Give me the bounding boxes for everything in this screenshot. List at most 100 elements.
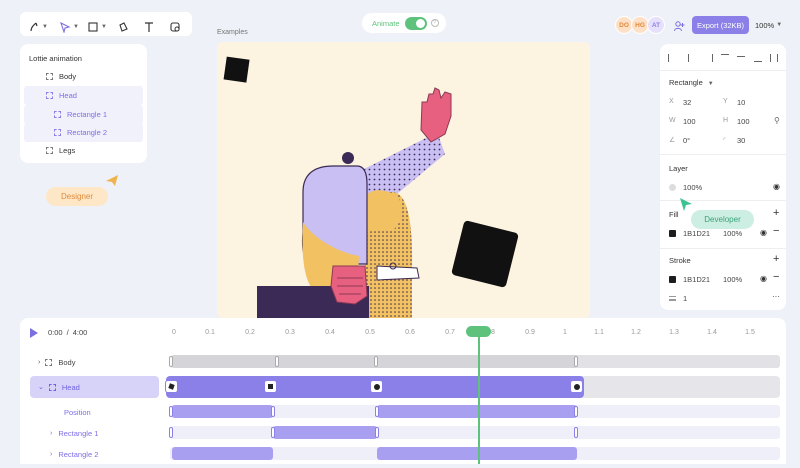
keyframe-marker xyxy=(373,383,380,390)
pen-tool-button[interactable]: ▼ xyxy=(28,18,48,36)
keyframe-diamond[interactable] xyxy=(165,380,178,393)
layer-label: Body xyxy=(59,72,77,81)
keyframe-handle[interactable] xyxy=(574,406,578,417)
square-icon xyxy=(88,22,98,32)
remove-fill-icon[interactable]: − xyxy=(773,225,779,237)
align-left-icon[interactable] xyxy=(668,54,676,62)
chevron-down-icon: ▼ xyxy=(73,24,79,30)
help-icon[interactable]: ? xyxy=(430,19,439,27)
add-fill-icon[interactable]: + xyxy=(773,207,779,219)
stroke-opacity-field[interactable]: 100% xyxy=(723,275,742,284)
stroke-hex-field[interactable]: 1B1D21 xyxy=(683,275,710,284)
chevron-down-icon[interactable]: ⌄ xyxy=(38,383,44,391)
keyframe-square[interactable] xyxy=(264,380,277,393)
align-center-v-icon[interactable] xyxy=(737,56,746,64)
keyframe-handle[interactable] xyxy=(169,427,173,438)
zoom-select[interactable]: 100% ▼ xyxy=(755,16,782,34)
tick-label: 1.4 xyxy=(707,329,717,336)
keyframe-handle[interactable] xyxy=(169,406,173,417)
distribute-icon[interactable] xyxy=(769,54,778,62)
layers-panel: Lottie animation Body Head Rectangle 1 R… xyxy=(20,44,147,163)
timeline-row-head[interactable]: ⌄ Head xyxy=(30,376,159,398)
tick-label: 0.7 xyxy=(445,329,455,336)
timeline-row-position[interactable]: Position xyxy=(64,406,91,418)
stroke-eye-icon[interactable]: ◉ xyxy=(760,274,767,283)
tick-label: 1 xyxy=(563,329,567,336)
tool-bar: ▼ ▼ ▼ xyxy=(20,12,192,36)
add-stroke-icon[interactable]: + xyxy=(773,253,779,265)
add-user-icon[interactable] xyxy=(673,19,685,32)
shape-type-select[interactable]: Rectangle ▼ xyxy=(669,78,714,87)
tick-label: 0.2 xyxy=(245,329,255,336)
layer-item-body[interactable]: Body xyxy=(24,67,143,86)
timeline-row-rectangle-2[interactable]: › Rectangle 2 xyxy=(50,448,98,460)
animate-switch[interactable] xyxy=(404,16,427,30)
timeline-row-body[interactable]: › Body xyxy=(38,356,75,368)
keyframe-handle[interactable] xyxy=(375,427,379,438)
text-tool-button[interactable] xyxy=(140,18,158,36)
link-icon[interactable]: ⚲ xyxy=(774,116,780,125)
keyframe-handle[interactable] xyxy=(271,406,275,417)
chevron-right-icon[interactable]: › xyxy=(50,430,52,437)
shape-tool-button[interactable]: ▼ xyxy=(86,18,108,36)
row-label: Body xyxy=(58,357,76,367)
keyframe-handle[interactable] xyxy=(275,356,279,367)
rectangle-1-track[interactable] xyxy=(170,426,780,439)
export-button[interactable]: Export (32KB) xyxy=(692,16,749,34)
keyframe-circle[interactable] xyxy=(370,380,383,393)
keyframe-handle[interactable] xyxy=(574,427,578,438)
stroke-swatch[interactable] xyxy=(669,276,676,283)
keyframe-handle[interactable] xyxy=(375,406,379,417)
playhead-handle[interactable] xyxy=(466,326,491,337)
keyframe-handle[interactable] xyxy=(574,356,578,367)
play-button[interactable] xyxy=(30,328,38,338)
chevron-down-icon: ▼ xyxy=(101,24,107,30)
artboard[interactable] xyxy=(217,42,590,318)
layers-title: Lottie animation xyxy=(29,54,82,63)
eye-icon[interactable]: ◉ xyxy=(773,182,780,191)
stroke-width-field[interactable]: 1 xyxy=(683,294,687,303)
height-field[interactable]: 100 xyxy=(737,117,750,126)
position-bar[interactable] xyxy=(377,405,577,418)
collaborators: DO HG AT xyxy=(615,16,665,34)
chevron-right-icon[interactable]: › xyxy=(38,359,40,366)
x-field[interactable]: 32 xyxy=(683,98,691,107)
remove-stroke-icon[interactable]: − xyxy=(773,271,779,283)
fill-tool-button[interactable] xyxy=(114,18,132,36)
fill-swatch[interactable] xyxy=(669,230,676,237)
align-top-icon[interactable] xyxy=(720,54,729,62)
keyframe-handle[interactable] xyxy=(169,356,173,367)
keyframe-handle[interactable] xyxy=(374,356,378,367)
rectangle-2-bar[interactable] xyxy=(377,447,577,460)
keyframe-marker xyxy=(573,383,580,390)
select-tool-button[interactable]: ▼ xyxy=(58,18,80,36)
text-icon xyxy=(145,22,153,32)
chevron-right-icon[interactable]: › xyxy=(50,451,52,458)
fill-opacity-field[interactable]: 100% xyxy=(723,229,742,238)
layer-item-legs[interactable]: Legs xyxy=(24,141,143,160)
timeline-row-rectangle-1[interactable]: › Rectangle 1 xyxy=(50,427,98,439)
y-field[interactable]: 10 xyxy=(737,98,745,107)
rectangle-1-bar[interactable] xyxy=(273,426,377,439)
opacity-field[interactable]: 100% xyxy=(683,183,702,192)
rotation-field[interactable]: 0° xyxy=(683,136,690,145)
align-center-h-icon[interactable] xyxy=(688,54,696,62)
rectangle-2-bar[interactable] xyxy=(172,447,273,460)
row-label: Rectangle 2 xyxy=(58,449,99,459)
keyframe-circle[interactable] xyxy=(570,380,583,393)
layer-label: Head xyxy=(59,91,77,100)
layer-item-rectangle-1[interactable]: Rectangle 1 xyxy=(24,105,143,124)
fill-hex-field[interactable]: 1B1D21 xyxy=(683,229,710,238)
position-bar[interactable] xyxy=(172,405,273,418)
radius-field[interactable]: 30 xyxy=(737,136,745,145)
fill-eye-icon[interactable]: ◉ xyxy=(760,228,767,237)
align-right-icon[interactable] xyxy=(705,54,713,62)
component-tool-button[interactable] xyxy=(166,18,184,36)
layer-item-head[interactable]: Head xyxy=(24,86,143,105)
avatar[interactable]: AT xyxy=(647,16,665,34)
layer-item-rectangle-2[interactable]: Rectangle 2 xyxy=(24,123,143,142)
keyframe-handle[interactable] xyxy=(271,427,275,438)
width-field[interactable]: 100 xyxy=(683,117,696,126)
align-bottom-icon[interactable] xyxy=(753,54,762,62)
more-options-icon[interactable]: ··· xyxy=(772,292,780,301)
